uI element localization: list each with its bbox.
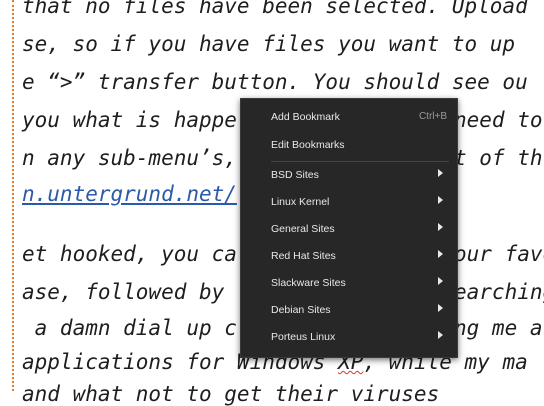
menu-item-porteus-linux[interactable]: Porteus Linux <box>241 323 457 349</box>
chevron-right-icon <box>438 196 443 204</box>
chevron-right-icon <box>438 223 443 231</box>
text-line: ng me a <box>454 316 543 340</box>
text-line: se, so if you have files you want to up <box>22 32 516 56</box>
menu-item-label: Slackware Sites <box>271 277 346 289</box>
text-line: that no files have been selected. Upload <box>22 0 528 18</box>
chevron-right-icon <box>438 250 443 258</box>
text-line: a damn dial up c <box>22 316 237 340</box>
margin-guide <box>0 0 14 391</box>
text-line: need to <box>454 108 543 132</box>
menu-item-label: Debian Sites <box>271 304 331 316</box>
menu-item-bsd-sites[interactable]: BSD Sites <box>241 161 457 187</box>
menu-item-red-hat-sites[interactable]: Red Hat Sites <box>241 242 457 268</box>
text-line: et hooked, you ca <box>22 242 237 266</box>
text-line: earching <box>454 280 544 304</box>
chevron-right-icon <box>438 277 443 285</box>
text-line: ase, followed by <box>22 280 225 304</box>
bookmarks-context-menu: Add Bookmark Ctrl+B Edit Bookmarks BSD S… <box>240 98 458 358</box>
text-line: t of th <box>454 146 543 170</box>
menu-item-label: Add Bookmark <box>271 111 340 123</box>
text-line: n any sub-menu’s, <box>22 146 237 170</box>
text-line: our favo <box>454 242 544 266</box>
menu-item-slackware-sites[interactable]: Slackware Sites <box>241 269 457 295</box>
hyperlink[interactable]: n.untergrund.net/ <box>22 182 237 206</box>
chevron-right-icon <box>438 169 443 177</box>
menu-item-general-sites[interactable]: General Sites <box>241 215 457 241</box>
menu-item-add-bookmark[interactable]: Add Bookmark Ctrl+B <box>241 103 457 129</box>
menu-item-label: Edit Bookmarks <box>271 139 345 151</box>
menu-item-label: BSD Sites <box>271 169 319 181</box>
menu-item-debian-sites[interactable]: Debian Sites <box>241 296 457 322</box>
chevron-right-icon <box>438 304 443 312</box>
menu-item-label: Red Hat Sites <box>271 250 336 262</box>
menu-item-label: Linux Kernel <box>271 196 330 208</box>
menu-item-label: Porteus Linux <box>271 331 336 343</box>
text-line: and what not to get their viruses <box>22 382 440 406</box>
menu-item-edit-bookmarks[interactable]: Edit Bookmarks <box>241 131 457 157</box>
menu-item-linux-kernel[interactable]: Linux Kernel <box>241 188 457 214</box>
text-line: e “>” transfer button. You should see ou <box>22 70 528 94</box>
menu-item-shortcut: Ctrl+B <box>418 111 447 122</box>
text-line: you what is happe <box>22 108 237 132</box>
chevron-right-icon <box>438 331 443 339</box>
menu-item-label: General Sites <box>271 223 335 235</box>
